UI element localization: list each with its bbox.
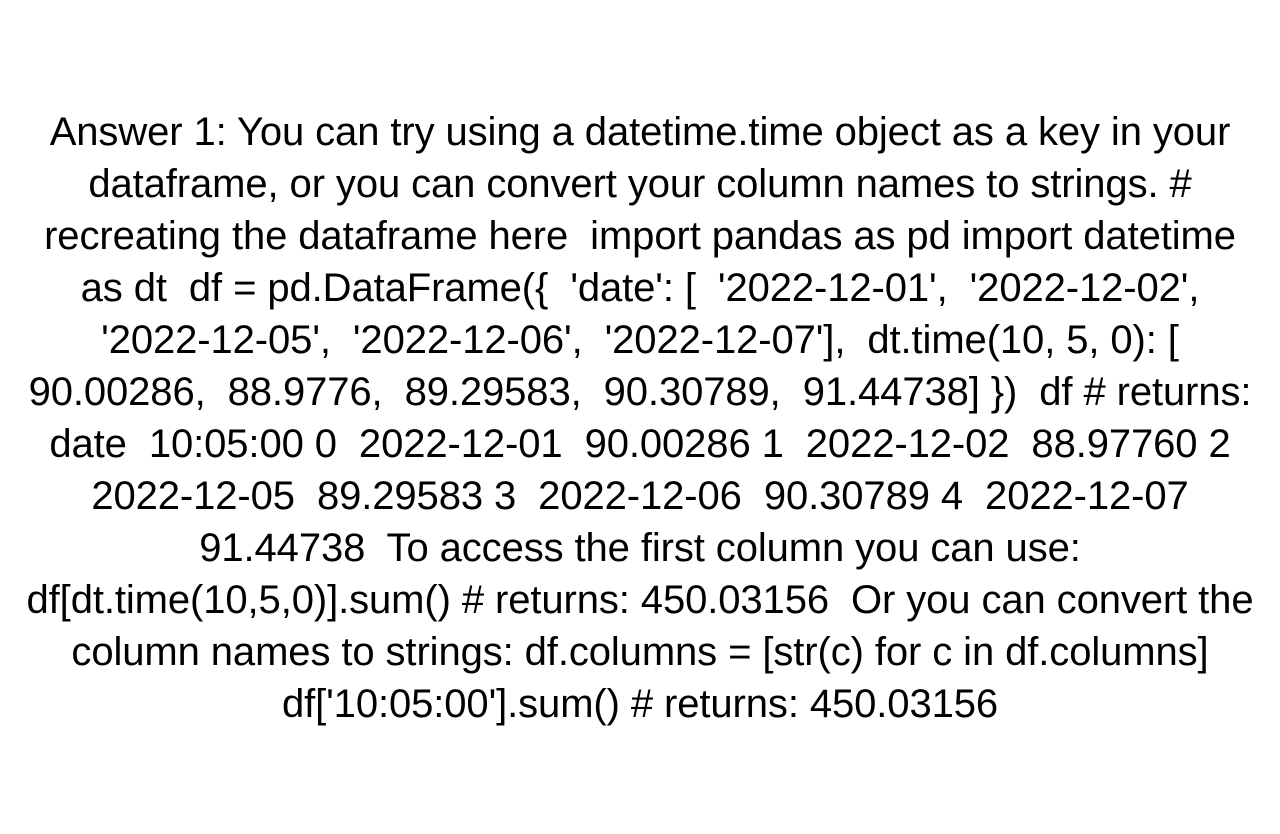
answer-page: Answer 1: You can try using a datetime.t… [0,0,1280,726]
answer-text-block: Answer 1: You can try using a datetime.t… [20,0,1260,834]
answer-paragraph: Answer 1: You can try using a datetime.t… [26,110,1254,726]
